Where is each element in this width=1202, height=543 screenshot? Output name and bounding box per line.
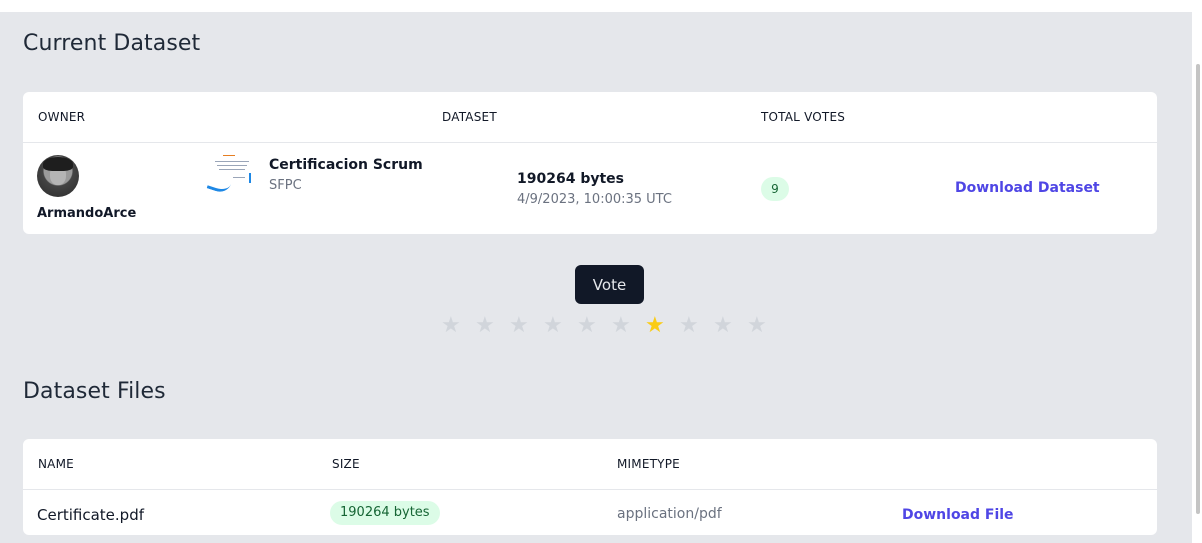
- name-column-header: NAME: [38, 457, 74, 471]
- star-icon-9[interactable]: ★: [713, 314, 747, 338]
- star-icon-2[interactable]: ★: [475, 314, 509, 338]
- current-dataset-row: ArmandoArce Certificacion Scrum SFPC 190…: [23, 143, 1157, 234]
- dataset-size: 190264 bytes: [517, 171, 624, 187]
- owner-name: ArmandoArce: [37, 206, 137, 221]
- current-dataset-title: Current Dataset: [23, 31, 201, 56]
- vote-button[interactable]: Vote: [575, 265, 644, 304]
- dataset-files-title: Dataset Files: [23, 379, 166, 404]
- mimetype-column-header: MIMETYPE: [617, 457, 680, 471]
- table-row: Certificate.pdf 190264 bytes application…: [23, 490, 1157, 535]
- vertical-scrollbar[interactable]: [1192, 0, 1202, 543]
- star-rating: ★ ★ ★ ★ ★ ★ ★ ★ ★ ★: [441, 314, 781, 338]
- star-icon-3[interactable]: ★: [509, 314, 543, 338]
- file-mimetype: application/pdf: [617, 506, 722, 522]
- total-votes-column-header: TOTAL VOTES: [761, 110, 846, 124]
- star-icon-8[interactable]: ★: [679, 314, 713, 338]
- dataset-thumbnail-image: [206, 151, 259, 195]
- scrollbar-thumb[interactable]: [1196, 64, 1200, 514]
- size-column-header: SIZE: [332, 457, 360, 471]
- file-name: Certificate.pdf: [37, 506, 145, 524]
- dataset-subtitle: SFPC: [269, 178, 302, 193]
- current-dataset-header-row: OWNER DATASET TOTAL VOTES: [23, 92, 1157, 143]
- dataset-date: 4/9/2023, 10:00:35 UTC: [517, 192, 672, 207]
- owner-avatar: [37, 155, 79, 197]
- owner-column-header: OWNER: [38, 110, 86, 124]
- page-background: Current Dataset OWNER DATASET TOTAL VOTE…: [0, 12, 1192, 543]
- star-icon-10[interactable]: ★: [747, 314, 781, 338]
- dataset-files-header-row: NAME SIZE MIMETYPE: [23, 439, 1157, 490]
- file-size-badge: 190264 bytes: [330, 501, 440, 525]
- star-icon-6[interactable]: ★: [611, 314, 645, 338]
- star-icon-1[interactable]: ★: [441, 314, 475, 338]
- download-dataset-link[interactable]: Download Dataset: [955, 180, 1100, 196]
- dataset-files-table: NAME SIZE MIMETYPE Certificate.pdf 19026…: [23, 439, 1157, 535]
- download-file-link[interactable]: Download File: [902, 507, 1014, 523]
- total-votes-badge: 9: [761, 177, 789, 201]
- dataset-name: Certificacion Scrum: [269, 157, 423, 173]
- dataset-column-header: DATASET: [442, 110, 497, 124]
- star-icon-7[interactable]: ★: [645, 314, 679, 338]
- star-icon-5[interactable]: ★: [577, 314, 611, 338]
- star-icon-4[interactable]: ★: [543, 314, 577, 338]
- current-dataset-table: OWNER DATASET TOTAL VOTES ArmandoArce Ce…: [23, 92, 1157, 234]
